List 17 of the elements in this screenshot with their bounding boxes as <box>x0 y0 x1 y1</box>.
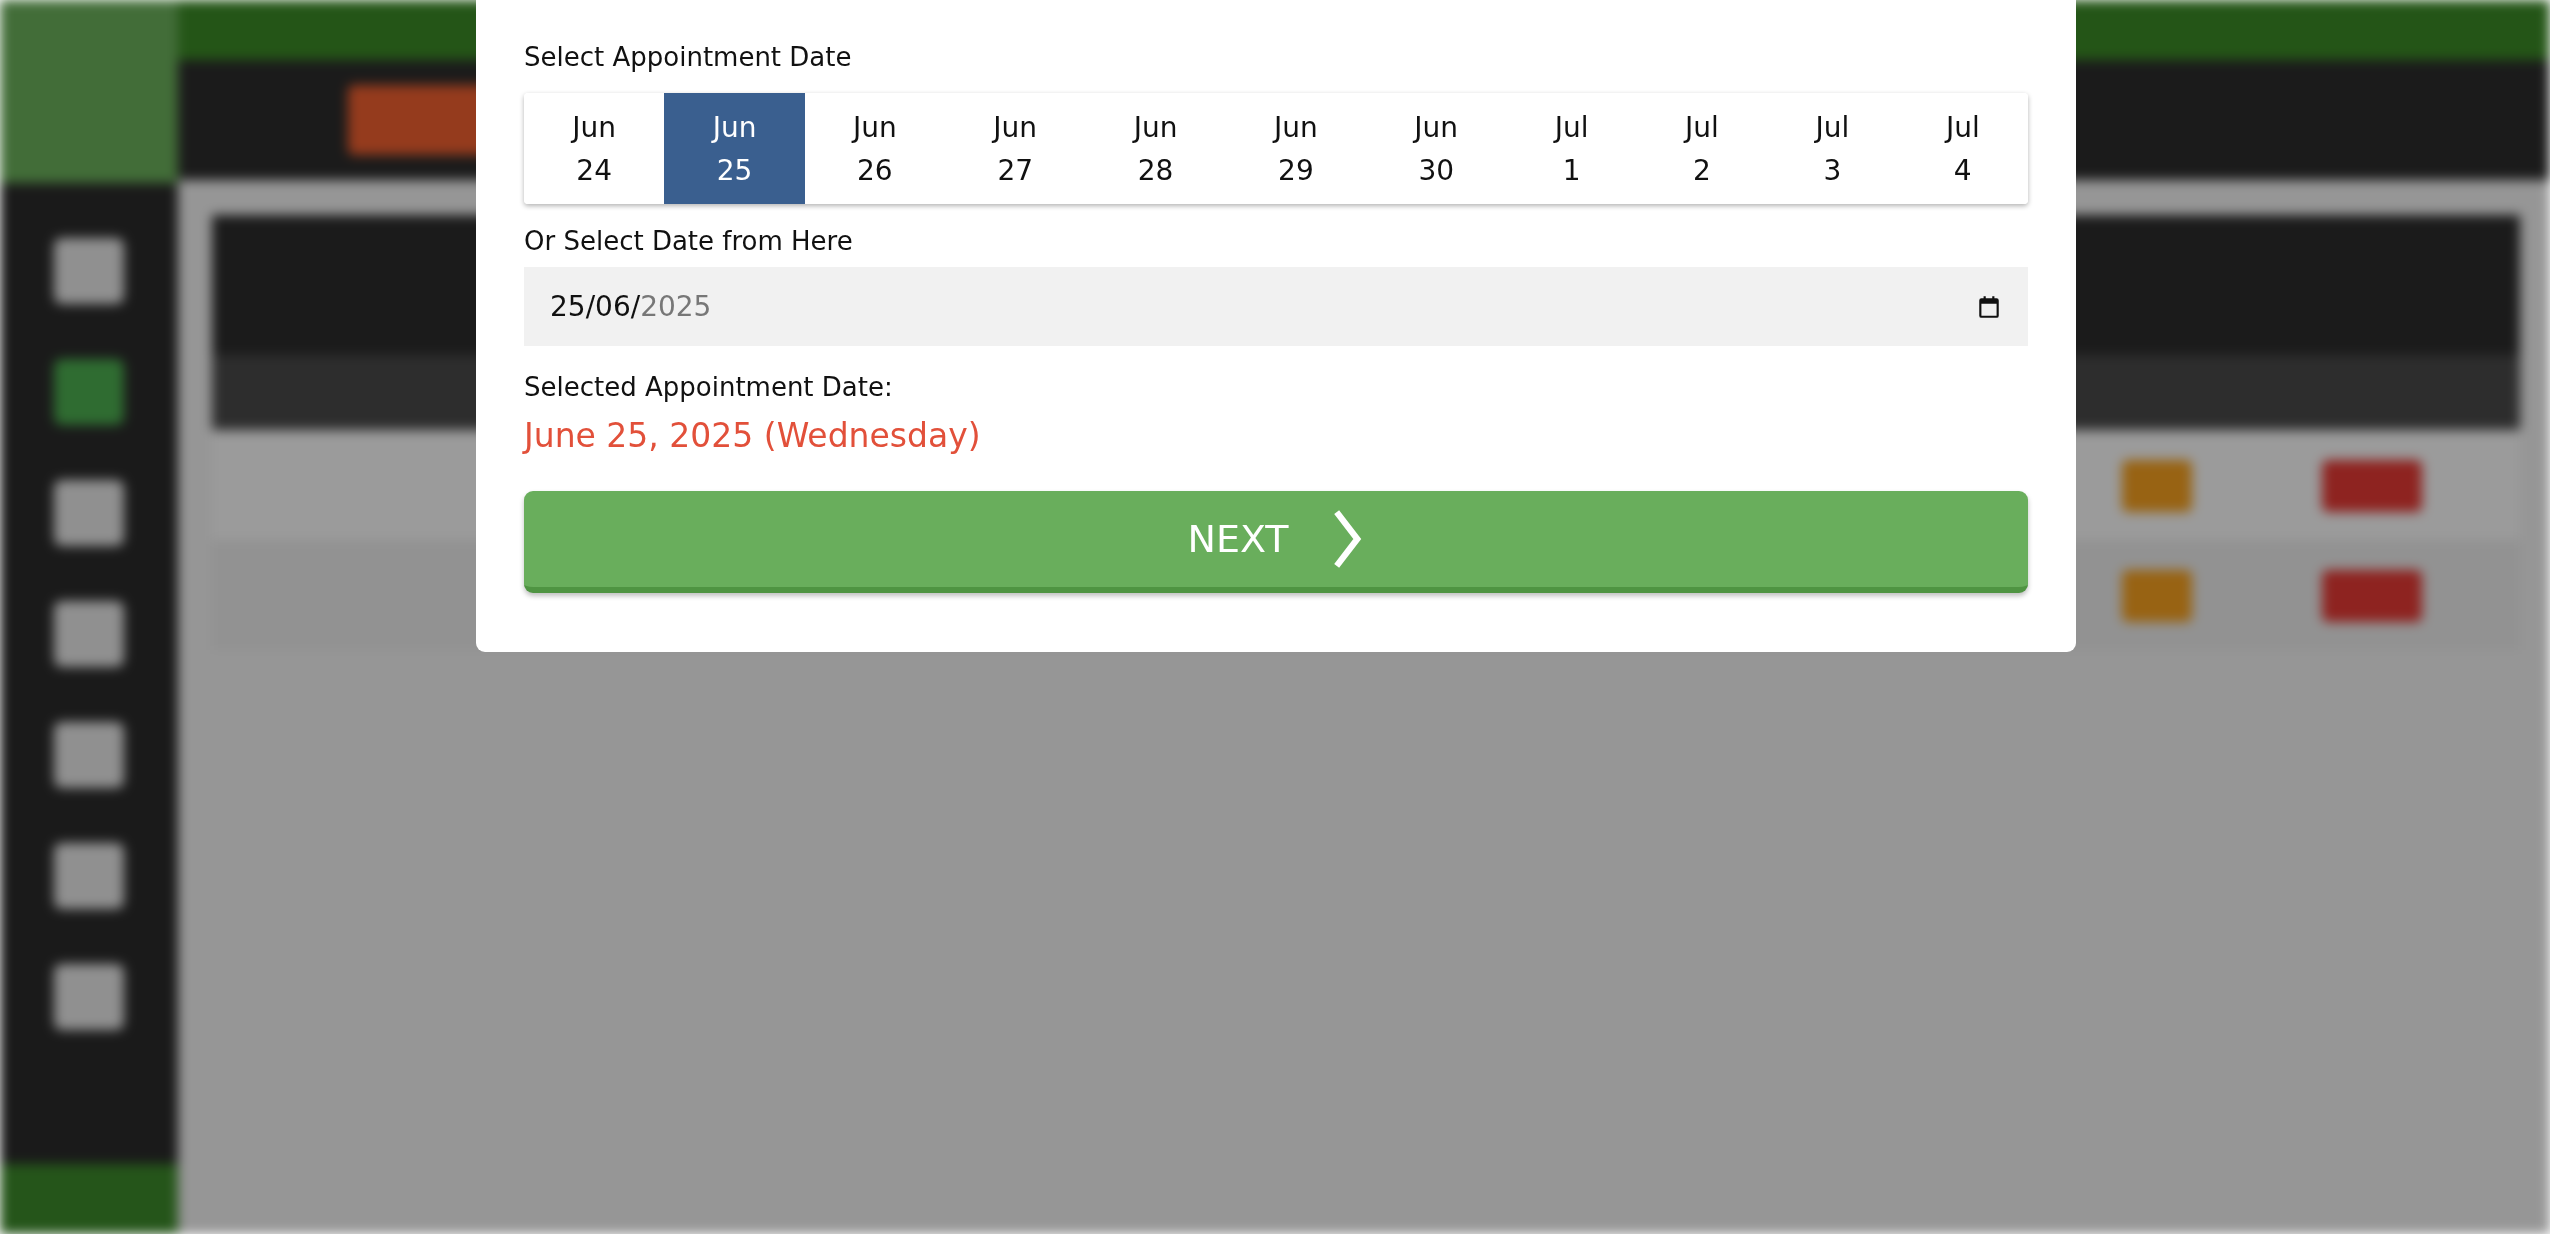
selected-date-text: June 25, 2025 (Wednesday) <box>524 415 982 455</box>
date-option[interactable]: Jun 24 <box>524 93 665 205</box>
date-option[interactable]: Jul 4 <box>1897 93 2028 205</box>
date-option[interactable]: Jul 1 <box>1506 93 1637 205</box>
field-label: Or Select Date from Here <box>524 226 854 258</box>
date-option[interactable]: Jun 27 <box>945 93 1086 205</box>
date-input-field[interactable]: 25/06/2025 <box>524 267 2028 347</box>
date-option[interactable]: Jun 25 <box>664 93 805 205</box>
date-option[interactable]: Jun 26 <box>804 93 946 205</box>
date-option[interactable]: Jul 2 <box>1636 93 1768 205</box>
calendar-icon[interactable] <box>1976 293 2002 320</box>
date-option[interactable]: Jun 28 <box>1085 93 1226 205</box>
selected-date-label: Selected Appointment Date: <box>524 372 894 404</box>
dialog-title: Select Appointment Date <box>524 42 853 74</box>
date-option[interactable]: Jun 30 <box>1366 93 1507 205</box>
date-option[interactable]: Jul 3 <box>1767 93 1898 205</box>
date-option[interactable]: Jun 29 <box>1225 93 1367 205</box>
